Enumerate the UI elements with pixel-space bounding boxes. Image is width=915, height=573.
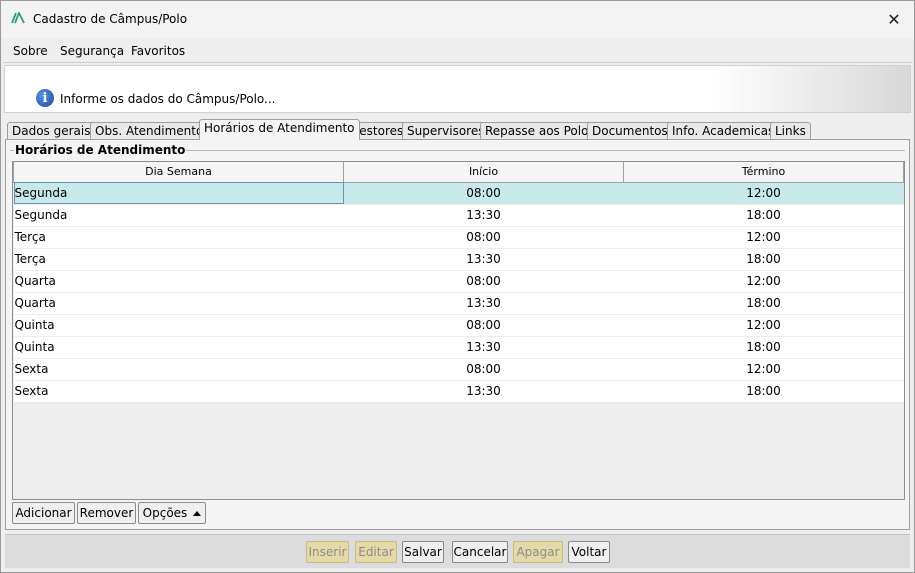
title-bar: Cadastro de Câmpus/Polo ✕ xyxy=(1,1,914,38)
day-cell[interactable]: Quinta xyxy=(13,314,344,337)
app-logo-icon xyxy=(11,12,25,24)
table-row[interactable]: Terça 13:30 18:00 xyxy=(13,248,904,271)
table-row[interactable]: Segunda 08:00 12:00 xyxy=(13,182,904,205)
table-row[interactable]: Quinta 08:00 12:00 xyxy=(13,314,904,337)
start-time-cell[interactable]: 08:00 xyxy=(343,182,624,205)
end-time-cell[interactable]: 12:00 xyxy=(623,226,904,249)
table-row[interactable]: Segunda 13:30 18:00 xyxy=(13,204,904,227)
menu-sobre[interactable]: Sobre xyxy=(13,44,48,58)
tab-repasse-polos[interactable]: Repasse aos Polos xyxy=(480,122,600,140)
table-row[interactable]: Quarta 08:00 12:00 xyxy=(13,270,904,293)
menu-favoritos[interactable]: Favoritos xyxy=(131,44,185,58)
group-title: Horários de Atendimento xyxy=(14,143,187,157)
start-time-cell[interactable]: 13:30 xyxy=(343,380,624,403)
column-header-termino[interactable]: Término xyxy=(623,162,904,183)
start-time-cell[interactable]: 13:30 xyxy=(343,336,624,359)
day-cell[interactable]: Segunda xyxy=(13,182,344,205)
delete-button[interactable]: Apagar xyxy=(513,541,563,563)
table-row[interactable]: Quinta 13:30 18:00 xyxy=(13,336,904,359)
edit-button[interactable]: Editar xyxy=(355,541,397,563)
tab-horarios-atendimento[interactable]: Horários de Atendimento xyxy=(199,119,360,140)
tab-dados-gerais[interactable]: Dados gerais xyxy=(7,122,96,140)
end-time-cell[interactable]: 12:00 xyxy=(623,314,904,337)
day-cell[interactable]: Sexta xyxy=(13,358,344,381)
day-cell[interactable]: Quarta xyxy=(13,270,344,293)
end-time-cell[interactable]: 12:00 xyxy=(623,358,904,381)
save-button[interactable]: Salvar xyxy=(402,541,444,563)
end-time-cell[interactable]: 18:00 xyxy=(623,248,904,271)
end-time-cell[interactable]: 12:00 xyxy=(623,270,904,293)
table-row[interactable]: Sexta 13:30 18:00 xyxy=(13,380,904,403)
tab-links[interactable]: Links xyxy=(770,122,811,140)
caret-up-icon xyxy=(193,510,202,516)
table-row[interactable]: Quarta 13:30 18:00 xyxy=(13,292,904,315)
tab-info-academicas[interactable]: Info. Academicas xyxy=(667,122,780,140)
tab-supervisores[interactable]: Supervisores xyxy=(402,122,490,140)
remove-button[interactable]: Remover xyxy=(77,502,136,524)
cancel-button[interactable]: Cancelar xyxy=(452,541,508,563)
day-cell[interactable]: Terça xyxy=(13,226,344,249)
close-icon[interactable]: ✕ xyxy=(880,7,908,31)
end-time-cell[interactable]: 18:00 xyxy=(623,336,904,359)
options-label: Opções xyxy=(142,506,188,520)
add-button[interactable]: Adicionar xyxy=(12,502,75,524)
column-header-dia-semana[interactable]: Dia Semana xyxy=(13,162,344,183)
day-cell[interactable]: Terça xyxy=(13,248,344,271)
menu-seguranca[interactable]: Segurança xyxy=(60,44,124,58)
tab-content: Horários de Atendimento Dia Semana Iníci… xyxy=(5,139,910,530)
day-cell[interactable]: Quarta xyxy=(13,292,344,315)
day-cell[interactable]: Segunda xyxy=(13,204,344,227)
info-header: i Informe os dados do Câmpus/Polo... xyxy=(4,65,911,113)
end-time-cell[interactable]: 18:00 xyxy=(623,292,904,315)
table-row[interactable]: Terça 08:00 12:00 xyxy=(13,226,904,249)
start-time-cell[interactable]: 13:30 xyxy=(343,204,624,227)
end-time-cell[interactable]: 12:00 xyxy=(623,182,904,205)
back-button[interactable]: Voltar xyxy=(568,541,610,563)
day-cell[interactable]: Quinta xyxy=(13,336,344,359)
main-window: Cadastro de Câmpus/Polo ✕ Sobre Seguranç… xyxy=(0,0,915,573)
footer-bar: Inserir Editar Salvar Cancelar Apagar Vo… xyxy=(5,534,910,568)
start-time-cell[interactable]: 08:00 xyxy=(343,270,624,293)
tab-obs-atendimento[interactable]: Obs. Atendimento xyxy=(90,122,209,140)
info-text: Informe os dados do Câmpus/Polo... xyxy=(60,92,276,106)
column-header-inicio[interactable]: Início xyxy=(343,162,624,183)
start-time-cell[interactable]: 08:00 xyxy=(343,226,624,249)
menu-bar: Sobre Segurança Favoritos xyxy=(3,38,912,63)
options-button[interactable]: Opções xyxy=(138,502,206,524)
info-icon: i xyxy=(36,89,54,107)
start-time-cell[interactable]: 13:30 xyxy=(343,248,624,271)
day-cell[interactable]: Sexta xyxy=(13,380,344,403)
start-time-cell[interactable]: 13:30 xyxy=(343,292,624,315)
tab-documentos[interactable]: Documentos xyxy=(587,122,673,140)
end-time-cell[interactable]: 18:00 xyxy=(623,380,904,403)
table-row[interactable]: Sexta 08:00 12:00 xyxy=(13,358,904,381)
schedule-table: Dia Semana Início Término Segunda 08:00 12… xyxy=(12,161,905,500)
window-title: Cadastro de Câmpus/Polo xyxy=(33,12,188,26)
start-time-cell[interactable]: 08:00 xyxy=(343,314,624,337)
end-time-cell[interactable]: 18:00 xyxy=(623,204,904,227)
insert-button[interactable]: Inserir xyxy=(306,541,349,563)
start-time-cell[interactable]: 08:00 xyxy=(343,358,624,381)
